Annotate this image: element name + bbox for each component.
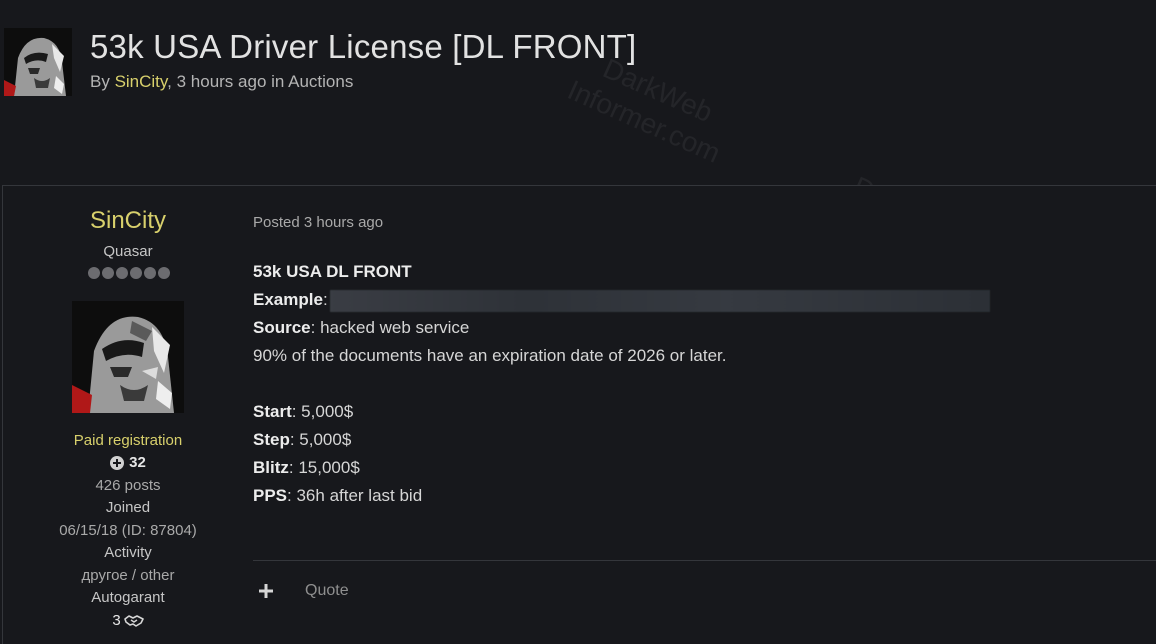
author-rank: Quasar [103,243,153,260]
author-reputation: 32 [2,454,254,471]
example-colon: : [322,290,328,309]
pps-line: PPS: 36h after last bid [253,482,1013,510]
example-label: Example [253,290,323,309]
page-title: 53k USA Driver License [DL FRONT] [90,28,637,65]
note-line: 90% of the documents have an expiration … [253,346,727,365]
author-group: Paid registration [73,432,183,449]
avatar-image [4,28,72,96]
pps-label: PPS [253,486,288,505]
rank-pip [88,267,100,279]
handshake-icon [123,614,144,627]
start-value: : 5,000$ [291,402,354,421]
pps-value: : 36h after last bid [287,486,423,505]
blitz-value: : 15,000$ [288,458,360,477]
byline-prefix: By [90,72,115,91]
rank-pip [130,267,142,279]
avatar-image [72,301,184,413]
post-footer-divider [253,560,1156,561]
topic-author-link[interactable]: SinCity [115,72,168,91]
step-value: : 5,000$ [289,430,352,449]
rank-pip [102,267,114,279]
step-label: Step [253,430,290,449]
step-line: Step: 5,000$ [253,426,1013,454]
blitz-label: Blitz [253,458,289,477]
redacted-example [329,289,990,312]
post-date[interactable]: Posted 3 hours ago [253,214,383,231]
source-line: Source: hacked web service [253,314,1013,342]
activity-value: другое / other [81,567,175,584]
rank-pip [158,267,170,279]
example-line: Example: [253,286,1013,314]
autogarant-value: 3 [112,612,121,629]
forum-link[interactable]: Auctions [288,72,353,91]
post-heading-text: 53k USA DL FRONT [253,262,412,281]
multiquote-button[interactable] [259,580,277,602]
rank-pip [116,267,128,279]
author-name-link[interactable]: SinCity [2,207,254,235]
reputation-value: 32 [129,454,146,471]
source-value: : hacked web service [310,318,470,337]
author-posts[interactable]: 426 posts [2,477,254,494]
plus-circle-icon [110,455,125,470]
post-heading: 53k USA DL FRONT [253,258,1013,286]
topic-author-avatar[interactable] [4,28,72,96]
start-label: Start [253,402,292,421]
watermark-line2: Informer.com [563,73,726,169]
activity-label: Activity [104,544,152,561]
autogarant-label: Autogarant [91,589,165,606]
autogarant-count: 3 [2,612,254,629]
joined-label: Joined [105,499,151,516]
post-author-panel: SinCity Quasar Paid registration 32 426 … [2,185,254,644]
rank-pips [88,267,170,281]
rank-pip [144,267,156,279]
blitz-line: Blitz: 15,000$ [253,454,1013,482]
start-line: Start: 5,000$ [253,398,1013,426]
quote-button[interactable]: Quote [305,582,349,600]
plus-icon [259,584,273,598]
post-body: 53k USA DL FRONT Example: Source: hacked… [253,258,1013,510]
author-avatar[interactable] [72,301,184,413]
byline-time: , 3 hours ago in [167,72,289,91]
joined-value: 06/15/18 (ID: 87804) [59,522,197,539]
topic-byline: By SinCity, 3 hours ago in Auctions [90,72,353,92]
source-label: Source [253,318,311,337]
